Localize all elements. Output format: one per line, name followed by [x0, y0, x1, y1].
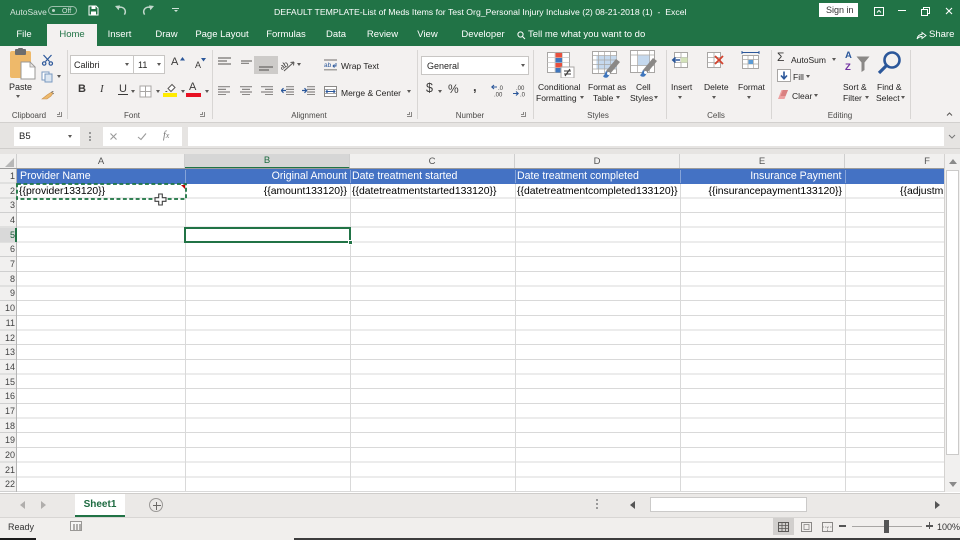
svg-text:.00: .00: [516, 86, 525, 92]
svg-text:.0: .0: [498, 86, 504, 92]
svg-text:.0: .0: [520, 93, 526, 98]
svg-text:ab: ab: [324, 62, 332, 69]
svg-text:.00: .00: [494, 93, 503, 98]
